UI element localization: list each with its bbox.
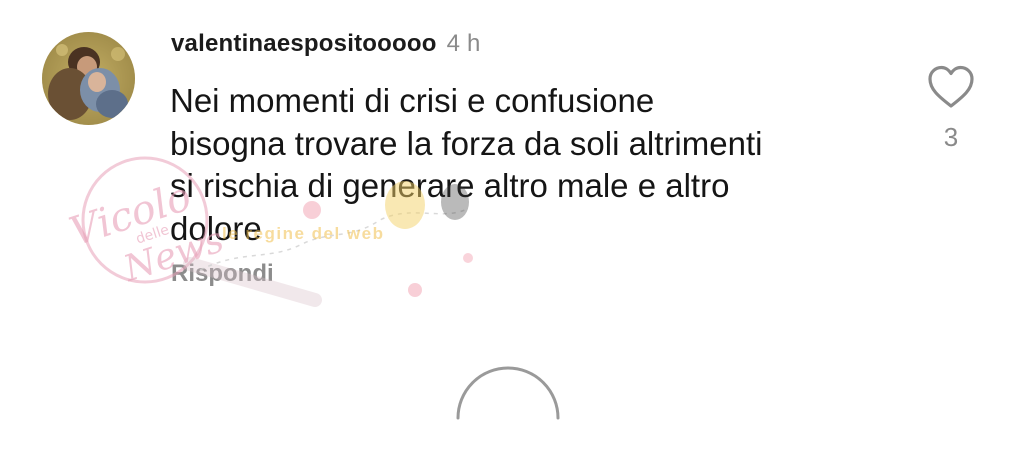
comment-text: Nei momenti di crisi e confusione bisogn… xyxy=(170,82,763,247)
avatar[interactable] xyxy=(42,32,135,125)
reply-button[interactable]: Rispondi xyxy=(171,260,274,288)
heart-outline-icon xyxy=(928,65,974,108)
like-count: 3 xyxy=(943,122,959,152)
loading-spinner-icon xyxy=(456,366,560,420)
comment-timestamp: 4 h xyxy=(446,30,481,57)
avatar-image xyxy=(42,32,135,125)
comment-header: valentinaespositooooo 4 h xyxy=(171,30,481,58)
username-link[interactable]: valentinaespositooooo xyxy=(171,30,437,57)
comment-item: valentinaespositooooo 4 h Nei momenti di … xyxy=(0,0,1024,320)
like-button[interactable] xyxy=(926,64,976,110)
